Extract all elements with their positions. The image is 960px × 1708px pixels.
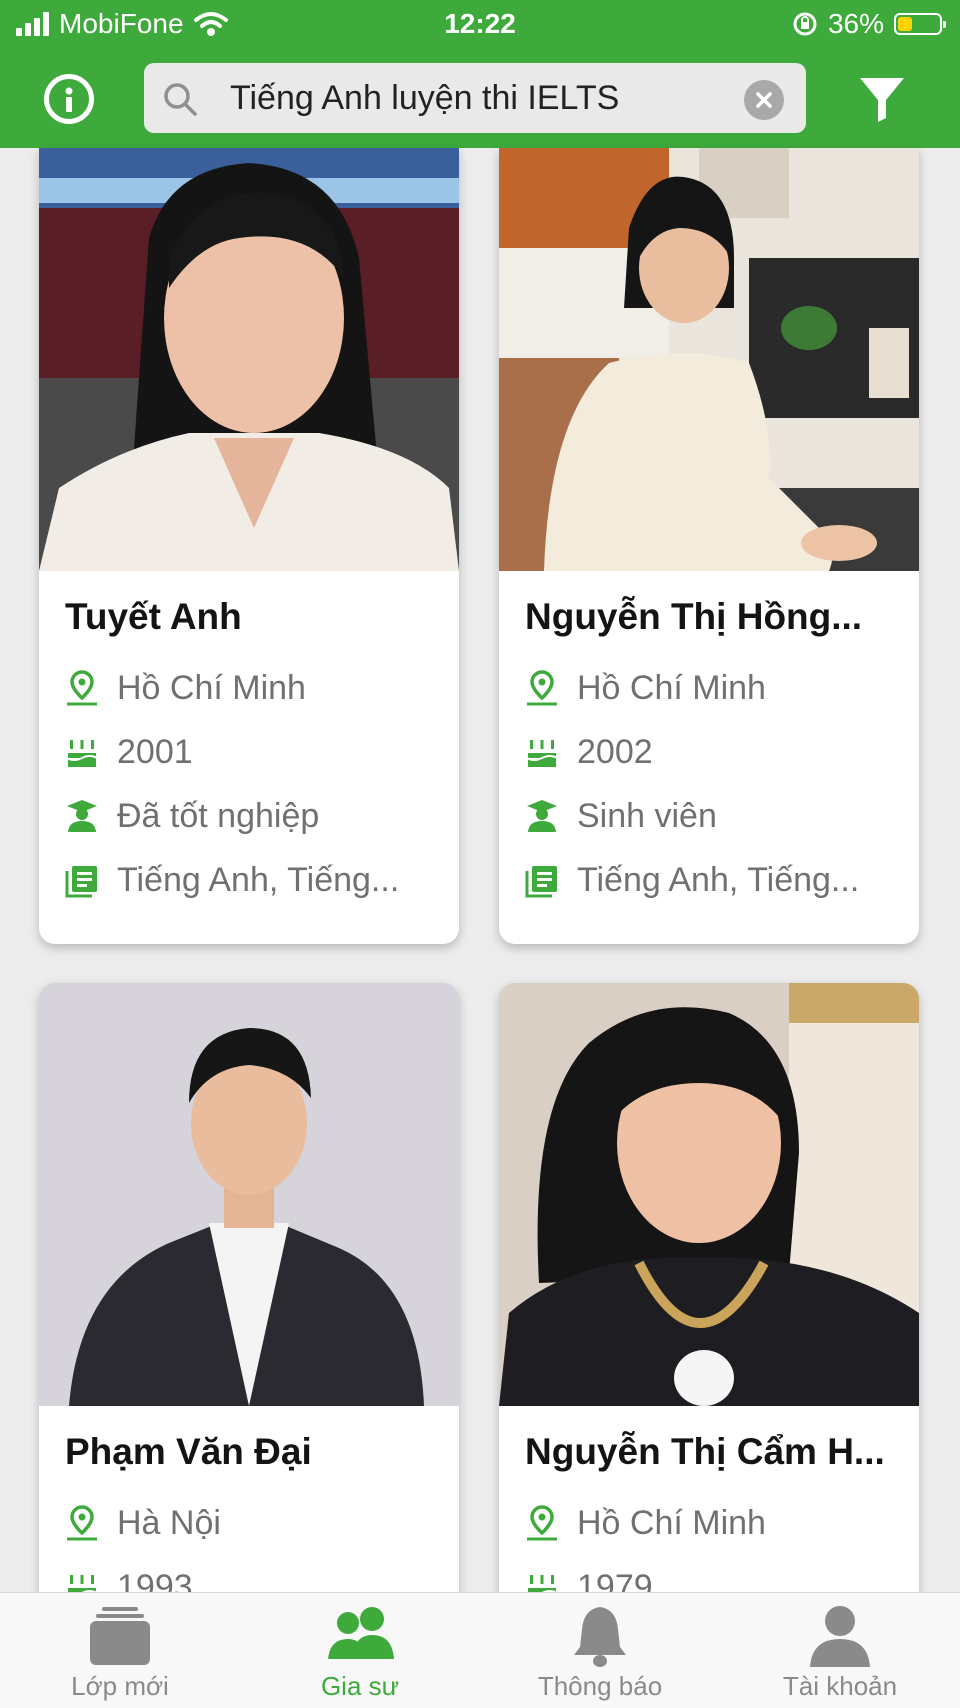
classes-icon <box>90 1607 150 1665</box>
graduate-icon <box>527 800 557 832</box>
location-row: Hồ Chí Minh <box>525 668 905 708</box>
search-bar[interactable]: Tiếng Anh luyện thi IELTS <box>144 63 806 133</box>
tab-label: Tài khoản <box>782 1671 898 1701</box>
bell-icon <box>574 1607 626 1667</box>
tutor-name: Tuyết Anh <box>65 596 242 637</box>
birth-year-text: 2002 <box>577 732 653 771</box>
tutor-photo <box>499 983 919 1406</box>
education-row: Đã tốt nghiệp <box>65 796 445 836</box>
clear-icon <box>756 92 772 108</box>
location-text: Hồ Chí Minh <box>117 668 306 707</box>
tutor-name: Nguyễn Thị Hồng... <box>525 596 863 637</box>
location-text: Hồ Chí Minh <box>577 1503 766 1542</box>
filter-icon[interactable] <box>858 74 906 124</box>
location-text: Hồ Chí Minh <box>577 668 766 707</box>
location-row: Hồ Chí Minh <box>65 668 445 708</box>
clear-search-button[interactable] <box>744 80 784 120</box>
tutor-card[interactable]: Nguyễn Thị Cẩm H... Hồ Chí Minh 1979 <box>499 983 919 1623</box>
tutor-card[interactable]: Nguyễn Thị Hồng... Hồ Chí Minh 2002 Sinh… <box>499 148 919 944</box>
tab-tutors[interactable]: Gia sư <box>240 1593 480 1708</box>
search-icon <box>164 83 197 116</box>
tutor-photo <box>499 148 919 571</box>
birthday-cake-icon <box>66 740 98 769</box>
tutor-name: Phạm Văn Đại <box>65 1431 312 1472</box>
tutor-card[interactable]: Phạm Văn Đại Hà Nội 1993 <box>39 983 459 1623</box>
tutor-card[interactable]: Tuyết Anh Hồ Chí Minh 2001 Đã tốt nghiệp… <box>39 148 459 944</box>
location-text: Hà Nội <box>117 1503 221 1542</box>
subjects-book-icon <box>65 866 97 898</box>
location-row: Hồ Chí Minh <box>525 1503 905 1543</box>
birthday-cake-icon <box>526 740 558 769</box>
birth-year-text: 2001 <box>117 732 193 771</box>
tab-label: Thông báo <box>537 1671 663 1701</box>
education-text: Sinh viên <box>577 796 717 835</box>
info-icon <box>65 87 73 112</box>
account-icon <box>810 1606 870 1667</box>
location-icon <box>527 1505 557 1541</box>
subjects-book-icon <box>525 866 557 898</box>
battery-percent: 36% <box>827 8 884 39</box>
subjects-text: Tiếng Anh, Tiếng... <box>577 860 860 899</box>
info-button[interactable] <box>44 74 94 124</box>
search-input[interactable]: Tiếng Anh luyện thi IELTS <box>230 63 619 133</box>
tab-label: Lớp mới <box>71 1671 169 1701</box>
birth-year-row: 2001 <box>65 732 445 772</box>
birth-year-row: 2002 <box>525 732 905 772</box>
location-icon <box>527 670 557 706</box>
tab-label: Gia sư <box>320 1671 400 1701</box>
education-text: Đã tốt nghiệp <box>117 796 320 835</box>
tutor-name: Nguyễn Thị Cẩm H... <box>525 1431 885 1472</box>
subjects-text: Tiếng Anh, Tiếng... <box>117 860 400 899</box>
status-bar: MobiFone 12:22 36% <box>0 0 960 50</box>
battery-fill <box>898 17 912 31</box>
tab-account[interactable]: Tài khoản <box>720 1593 960 1708</box>
tab-classes[interactable]: Lớp mới <box>0 1593 240 1708</box>
battery-icon <box>894 13 946 35</box>
location-row: Hà Nội <box>65 1503 445 1543</box>
subjects-row: Tiếng Anh, Tiếng... <box>525 860 905 900</box>
graduate-icon <box>67 800 97 832</box>
status-right: 36% <box>792 8 946 40</box>
tutor-photo <box>39 148 459 571</box>
tab-notifications[interactable]: Thông báo <box>480 1593 720 1708</box>
tutors-icon <box>328 1607 394 1659</box>
location-icon <box>67 1505 97 1541</box>
rotation-lock-icon <box>793 12 817 36</box>
subjects-row: Tiếng Anh, Tiếng... <box>65 860 445 900</box>
search-header: Tiếng Anh luyện thi IELTS <box>0 50 960 148</box>
bottom-tab-bar: Lớp mới Gia sư Thông báo Tài khoản <box>0 1592 960 1708</box>
tutor-photo <box>39 983 459 1406</box>
education-row: Sinh viên <box>525 796 905 836</box>
location-icon <box>67 670 97 706</box>
